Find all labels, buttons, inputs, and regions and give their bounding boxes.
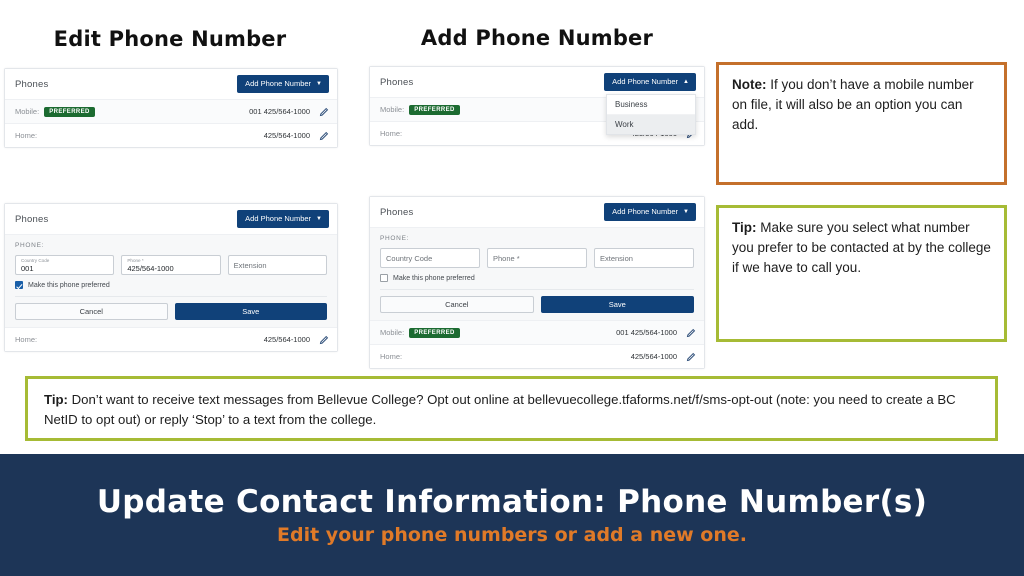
add-phone-number-button[interactable]: Add Phone Number ▼ [237,210,329,228]
card-header: Phones Add Phone Number ▼ [5,204,337,235]
country-code-value: 001 [21,264,34,273]
form-field-row: Country Code Phone * Extension [380,248,694,268]
phone-field[interactable]: Phone * 425/564-1000 [121,255,221,275]
note-text: If you don’t have a mobile number on fil… [732,77,974,132]
add-phone-number-label: Add Phone Number [245,79,312,89]
card-title: Phones [15,78,49,90]
chevron-down-icon: ▼ [683,209,689,215]
save-button[interactable]: Save [540,296,694,313]
page-title-add: Add Phone Number [420,26,654,50]
card-header: Phones Add Phone Number ▲ Business Work [370,67,704,135]
make-preferred-checkbox[interactable] [15,281,23,289]
phone-number-value: 425/564-1000 [263,335,310,344]
phone-edit-form: PHONE: Country Code 001 Phone * 425/564-… [5,235,337,328]
add-phone-number-label: Add Phone Number [612,207,679,217]
make-preferred-label: Make this phone preferred [393,274,475,282]
country-code-field[interactable]: Country Code 001 [15,255,115,275]
card-title: Phones [15,213,49,225]
footer-banner: Update Contact Information: Phone Number… [0,454,1024,576]
pencil-icon[interactable] [319,131,329,141]
pencil-icon[interactable] [686,328,696,338]
phone-number-value: 001 425/564-1000 [616,328,677,337]
form-legend: PHONE: [15,242,45,249]
phone-type-label: Mobile: [380,328,405,337]
phone-type-label: Home: [15,131,38,140]
form-field-row: Country Code 001 Phone * 425/564-1000 Ex… [15,255,327,275]
status-badge: PREFERRED [409,327,460,338]
table-row[interactable]: Mobile: PREFERRED 001 425/564-1000 [5,100,337,124]
phone-number-value: 001 425/564-1000 [249,107,310,116]
phone-number-value: 425/564-1000 [263,131,310,140]
tip-text: Make sure you select what number you pre… [732,220,991,275]
phones-card-edit-form: Phones Add Phone Number ▼ PHONE: Country… [4,203,338,352]
add-phone-number-label: Add Phone Number [612,77,679,87]
phone-add-form: PHONE: Country Code Phone * Extension Ma… [370,228,704,321]
form-actions: Cancel Save [380,289,694,320]
note-lead: Note: [732,77,767,92]
form-actions: Cancel Save [15,296,327,327]
save-button[interactable]: Save [174,303,327,320]
dropdown-item-business[interactable]: Business [607,95,695,115]
phone-type-label: Home: [380,129,403,138]
extension-placeholder: Extension [233,260,267,270]
make-preferred-checkbox[interactable] [380,274,388,282]
table-row[interactable]: Home: 425/564-1000 [370,345,704,368]
banner-subtitle: Edit your phone numbers or add a new one… [277,524,747,546]
banner-title: Update Contact Information: Phone Number… [96,484,928,520]
table-row[interactable]: Home: 425/564-1000 [5,124,337,147]
phone-field[interactable]: Phone * [487,248,587,268]
phone-type-label: Home: [380,352,403,361]
page-title-edit: Edit Phone Number [53,27,287,51]
phone-number-value: 425/564-1000 [630,352,677,361]
add-phone-number-button[interactable]: Add Phone Number ▼ [604,203,696,221]
chevron-down-icon: ▼ [316,81,322,87]
card-header: Phones Add Phone Number ▼ [5,69,337,100]
phone-placeholder: Phone * [493,253,520,263]
status-badge: PREFERRED [44,106,95,117]
phone-type-label: Home: [15,335,38,344]
card-title: Phones [380,206,414,218]
pencil-icon[interactable] [686,352,696,362]
extension-field[interactable]: Extension [227,255,327,275]
card-header: Phones Add Phone Number ▼ [370,197,704,228]
add-phone-number-button[interactable]: Add Phone Number ▲ [604,73,696,91]
table-row[interactable]: Home: 425/564-1000 [5,328,337,351]
phones-card-add-form: Phones Add Phone Number ▼ PHONE: Country… [369,196,705,369]
phones-card-add-dropdown: Phones Add Phone Number ▲ Business Work … [369,66,705,146]
tip-lead: Tip: [732,220,757,235]
table-row[interactable]: Mobile: PREFERRED 001 425/564-1000 [370,321,704,345]
make-preferred-label: Make this phone preferred [28,281,110,289]
add-phone-number-label: Add Phone Number [245,214,312,224]
country-code-placeholder: Country Code [386,253,433,263]
cancel-button[interactable]: Cancel [380,296,534,313]
note-callout: Note: If you don’t have a mobile number … [716,62,1007,185]
tip-callout-right: Tip: Make sure you select what number yo… [716,205,1007,342]
status-badge: PREFERRED [409,104,460,115]
tip-callout-wide: Tip: Don’t want to receive text messages… [25,376,998,441]
cancel-button[interactable]: Cancel [15,303,168,320]
extension-placeholder: Extension [600,253,633,263]
chevron-down-icon: ▼ [316,216,322,222]
tip-wide-lead: Tip: [44,392,68,407]
pencil-icon[interactable] [319,335,329,345]
phone-value: 425/564-1000 [127,264,174,273]
tip-wide-text: Don’t want to receive text messages from… [44,392,956,428]
phone-type-label: Mobile: [380,105,405,114]
pencil-icon[interactable] [319,107,329,117]
add-phone-dropdown-menu[interactable]: Business Work [606,94,696,135]
make-preferred-checkbox-row[interactable]: Make this phone preferred [15,281,327,289]
extension-field[interactable]: Extension [594,248,694,268]
chevron-up-icon: ▲ [683,79,689,85]
dropdown-item-work[interactable]: Work [607,115,695,134]
country-code-field[interactable]: Country Code [380,248,480,268]
phone-type-label: Mobile: [15,107,40,116]
make-preferred-checkbox-row[interactable]: Make this phone preferred [380,274,694,282]
phones-card-edit-list: Phones Add Phone Number ▼ Mobile: PREFER… [4,68,338,148]
card-title: Phones [380,76,414,88]
add-phone-number-button[interactable]: Add Phone Number ▼ [237,75,329,93]
form-legend: PHONE: [380,235,410,242]
